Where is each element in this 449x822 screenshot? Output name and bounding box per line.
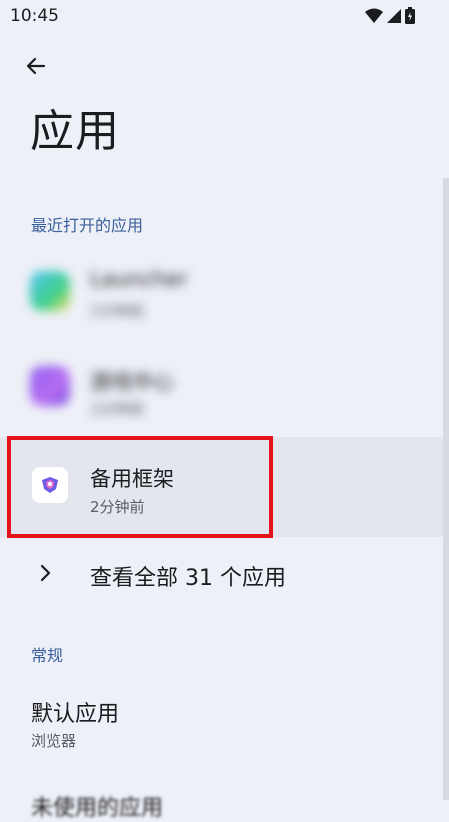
status-bar: 10:45	[0, 0, 449, 32]
unused-apps-item[interactable]: 未使用的应用	[31, 790, 163, 822]
recent-app-name: Launcher	[90, 267, 188, 291]
status-time: 10:45	[10, 6, 59, 26]
arrow-left-icon	[26, 57, 46, 75]
highlight-annotation-box	[7, 436, 273, 538]
general-section-header: 常规	[31, 646, 64, 665]
see-all-apps-label: 查看全部 31 个应用	[90, 566, 286, 591]
scrollbar[interactable]	[443, 178, 449, 800]
recent-app-time: 2分钟前	[90, 302, 145, 320]
back-button[interactable]	[20, 50, 52, 82]
default-apps-item[interactable]: 默认应用 浏览器	[0, 690, 443, 760]
recent-app-name: 游戏中心	[90, 370, 174, 394]
default-apps-title: 默认应用	[31, 702, 120, 727]
recent-apps-header: 最近打开的应用	[31, 216, 144, 235]
wifi-icon	[365, 8, 383, 23]
battery-icon	[405, 7, 415, 24]
default-apps-summary: 浏览器	[31, 732, 77, 750]
recent-app-time: 2分钟前	[90, 400, 145, 418]
status-icons	[365, 7, 415, 24]
recent-app-item[interactable]: 游戏中心 2分钟前	[0, 340, 443, 436]
page-title: 应用	[30, 106, 120, 157]
chevron-right-icon	[40, 564, 51, 582]
see-all-apps-button[interactable]: 查看全部 31 个应用	[0, 550, 443, 602]
recent-app-item[interactable]: Launcher 2分钟前	[0, 245, 443, 341]
cellular-signal-icon	[387, 8, 401, 23]
game-center-app-icon	[30, 366, 70, 406]
launcher-app-icon	[30, 271, 70, 311]
